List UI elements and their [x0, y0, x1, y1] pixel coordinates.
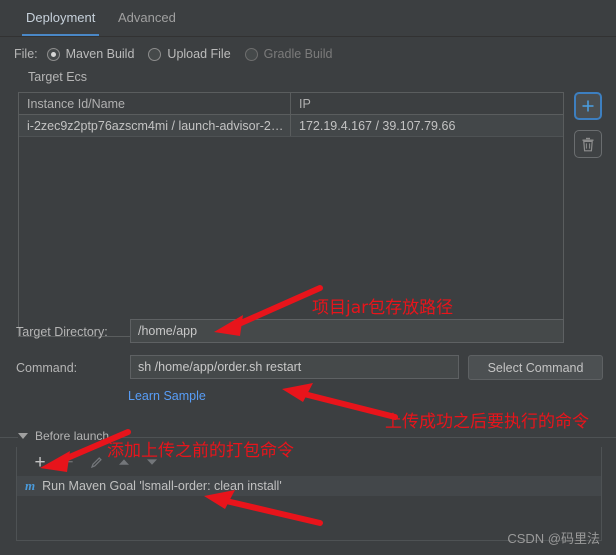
file-source-row: File: Maven Build Upload File Gradle Bui… — [14, 44, 346, 64]
plus-icon — [582, 100, 594, 112]
tab-active-indicator — [22, 34, 100, 36]
command-label: Command: — [16, 361, 78, 375]
before-launch-add-button[interactable]: + — [26, 451, 54, 473]
before-launch-toolbar: + − — [16, 449, 602, 475]
annotation-label-2: 上传成功之后要执行的命令 — [385, 412, 589, 432]
learn-sample-link[interactable]: Learn Sample — [128, 389, 206, 403]
target-ecs-table[interactable]: Instance Id/Name IP i-2zec9z2ptp76azscm4… — [18, 92, 564, 337]
delete-instance-button[interactable] — [574, 130, 602, 158]
tab-advanced-label: Advanced — [118, 10, 176, 25]
arrow-down-icon — [147, 459, 157, 465]
cell-instance: i-2zec9z2ptp76azscm4mi / launch-advisor-… — [19, 115, 291, 136]
chevron-down-icon — [18, 433, 28, 439]
column-header-ip: IP — [299, 96, 311, 111]
radio-maven-build-label: Maven Build — [65, 47, 135, 61]
plus-icon: + — [34, 451, 46, 473]
table-header-row: Instance Id/Name IP — [19, 93, 563, 115]
before-launch-edit-button — [82, 451, 110, 473]
before-launch-remove-button: − — [54, 451, 82, 473]
before-launch-header[interactable]: Before launch — [18, 427, 116, 445]
minus-icon: − — [62, 451, 74, 473]
column-header-instance: Instance Id/Name — [19, 93, 291, 114]
watermark: CSDN @码里法 — [507, 531, 600, 546]
arrow-up-icon — [119, 459, 129, 465]
table-row[interactable]: i-2zec9z2ptp76azscm4mi / launch-advisor-… — [19, 115, 563, 137]
before-launch-move-down-button — [138, 451, 166, 473]
deployment-settings-panel: Deployment Advanced File: Maven Build Up… — [0, 0, 616, 555]
before-launch-task-label: Run Maven Goal 'lsmall-order: clean inst… — [42, 479, 282, 493]
before-launch-title: Before launch — [35, 429, 110, 443]
radio-maven-build[interactable]: Maven Build — [46, 47, 135, 61]
target-directory-label: Target Directory: — [16, 325, 108, 339]
add-instance-button[interactable] — [574, 92, 602, 120]
radio-gradle-build-indicator — [244, 47, 258, 61]
maven-icon: m — [25, 478, 36, 493]
before-launch-move-up-button — [110, 451, 138, 473]
cell-ip: 172.19.4.167 / 39.107.79.66 — [299, 118, 456, 133]
pencil-icon — [90, 456, 102, 468]
radio-upload-file-label: Upload File — [167, 47, 231, 61]
tab-deployment[interactable]: Deployment — [16, 8, 105, 36]
target-ecs-label: Target Ecs — [28, 70, 88, 84]
radio-upload-file-indicator — [148, 47, 162, 61]
command-input[interactable]: sh /home/app/order.sh restart — [130, 355, 459, 379]
tab-bar: Deployment Advanced — [0, 0, 616, 37]
before-launch-task-row[interactable]: m Run Maven Goal 'lsmall-order: clean in… — [17, 476, 601, 496]
trash-icon — [582, 137, 594, 151]
tab-advanced[interactable]: Advanced — [108, 8, 186, 36]
radio-gradle-build-label: Gradle Build — [263, 47, 333, 61]
radio-gradle-build: Gradle Build — [244, 47, 333, 61]
tab-deployment-label: Deployment — [26, 10, 96, 25]
radio-upload-file[interactable]: Upload File — [148, 47, 231, 61]
target-directory-input[interactable]: /home/app — [130, 319, 564, 343]
select-command-button[interactable]: Select Command — [468, 355, 603, 380]
file-label: File: — [14, 47, 38, 61]
radio-maven-build-indicator — [46, 47, 60, 61]
annotation-arrow-2 — [282, 383, 398, 420]
